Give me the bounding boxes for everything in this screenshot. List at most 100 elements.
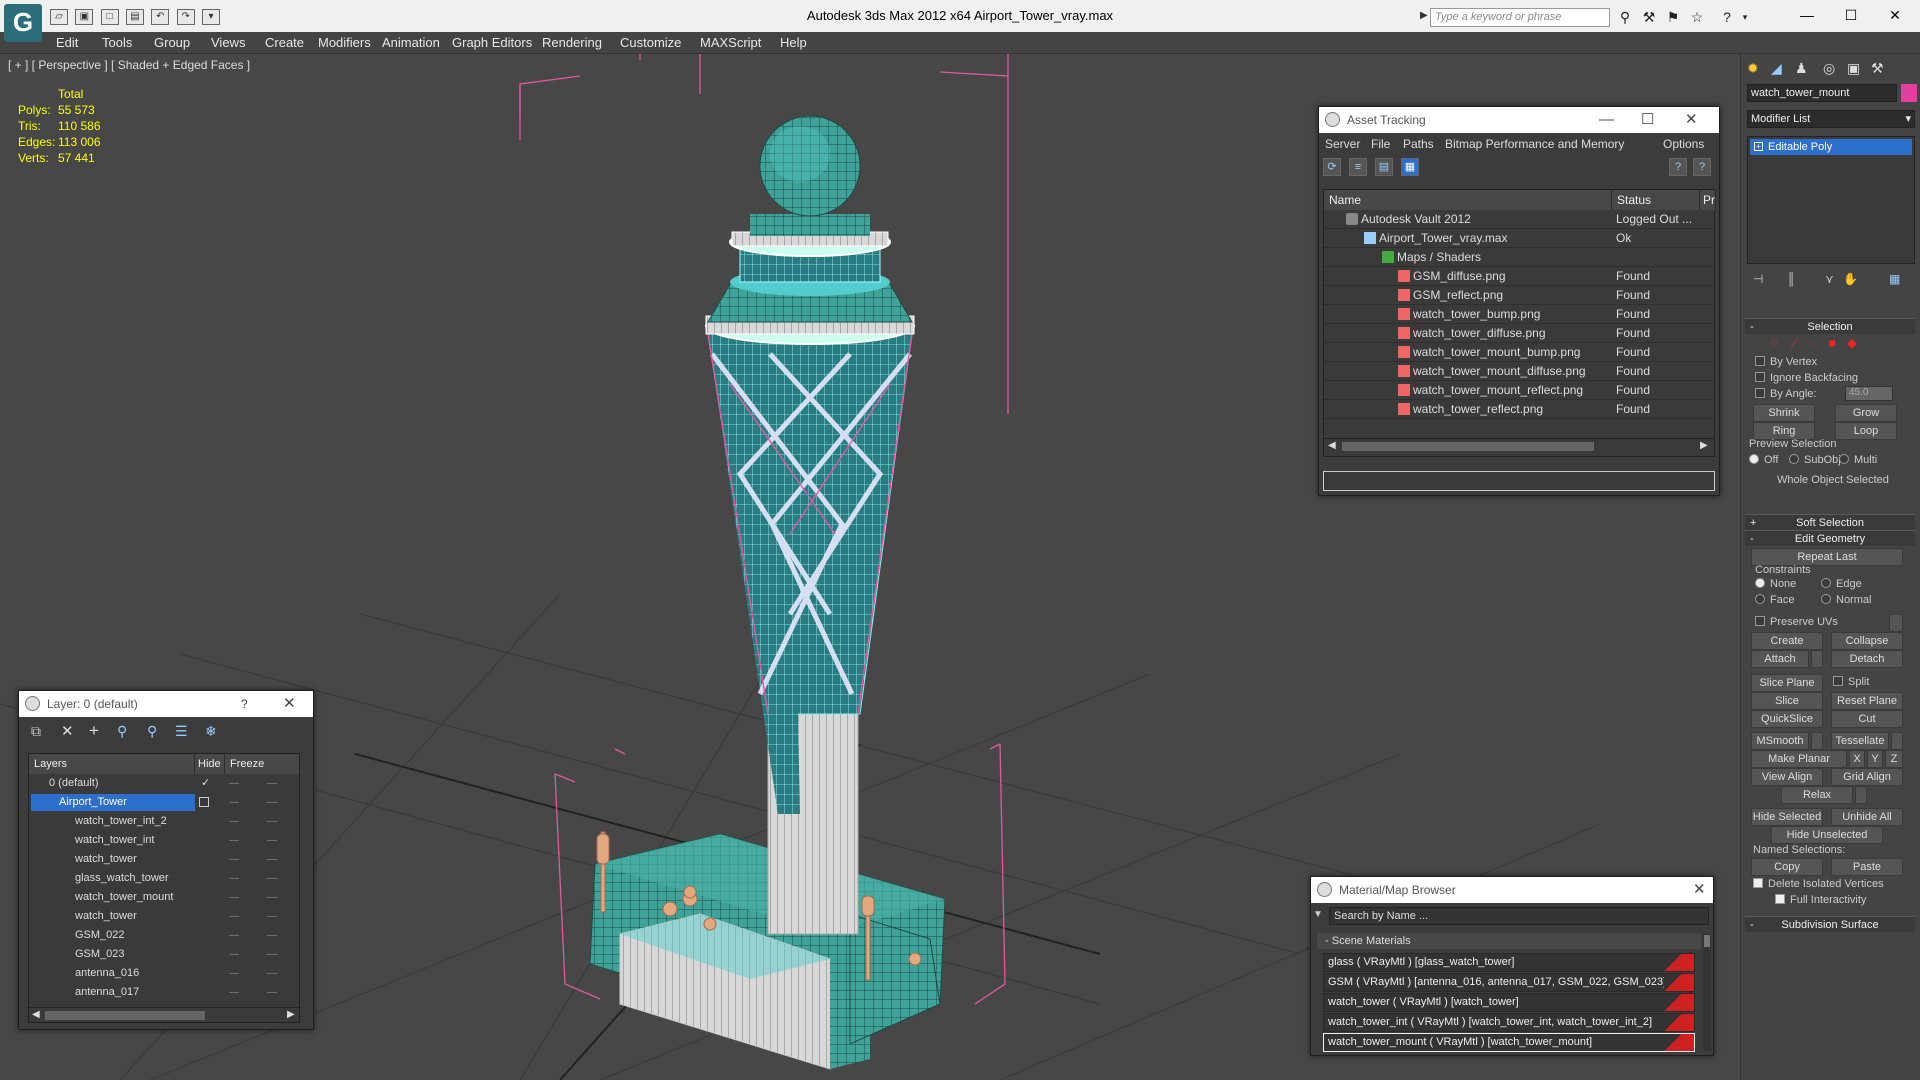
- angle-spinner[interactable]: 45.0: [1845, 386, 1893, 401]
- scroll-right-icon[interactable]: ▶: [1700, 440, 1708, 451]
- hide-toggle[interactable]: —: [229, 888, 239, 907]
- reset-plane-button[interactable]: Reset Plane: [1831, 692, 1903, 710]
- border-level-icon[interactable]: ◌: [1810, 336, 1817, 350]
- column-pr[interactable]: Pr: [1700, 190, 1716, 210]
- asset-tracking-titlebar[interactable]: Asset Tracking — ☐ ✕: [1319, 107, 1719, 133]
- object-name-field[interactable]: watch_tower_mount: [1747, 84, 1897, 102]
- relax-button[interactable]: Relax: [1781, 786, 1853, 804]
- table-view-icon[interactable]: ▤: [1375, 158, 1393, 176]
- ignore-backfacing-checkbox[interactable]: Ignore Backfacing: [1755, 372, 1858, 384]
- configure-sets-icon[interactable]: ▦: [1889, 272, 1900, 286]
- layer-row[interactable]: GSM_022 — —: [29, 926, 299, 945]
- freeze-toggle[interactable]: —: [267, 774, 277, 793]
- relax-settings-button[interactable]: [1855, 786, 1867, 804]
- copy-button[interactable]: Copy: [1751, 858, 1823, 876]
- material-browser-titlebar[interactable]: Material/Map Browser ✕: [1311, 877, 1713, 903]
- msmooth-settings-button[interactable]: [1811, 732, 1823, 750]
- modify-tab-icon[interactable]: ◢: [1771, 60, 1782, 77]
- search-input[interactable]: Type a keyword or phrase: [1430, 8, 1610, 27]
- menu-tools[interactable]: Tools: [102, 35, 132, 50]
- hide-unselected-button[interactable]: Hide Unselected: [1771, 826, 1883, 844]
- slice-button[interactable]: Slice: [1751, 692, 1823, 710]
- object-color-swatch[interactable]: [1901, 84, 1917, 102]
- favorites-star-icon[interactable]: ☆: [1688, 9, 1706, 25]
- hide-toggle[interactable]: —: [229, 907, 239, 926]
- asset-row[interactable]: watch_tower_mount_bump.png Found: [1324, 343, 1714, 362]
- freeze-toggle[interactable]: —: [267, 793, 277, 812]
- close-icon[interactable]: ✕: [1685, 107, 1698, 133]
- hide-toggle[interactable]: —: [229, 774, 239, 793]
- minimize-icon[interactable]: —: [1784, 0, 1830, 30]
- menu-rendering[interactable]: Rendering: [542, 35, 602, 50]
- edge-level-icon[interactable]: ⟋: [1790, 336, 1798, 350]
- maximize-icon[interactable]: ☐: [1828, 0, 1874, 30]
- scroll-thumb[interactable]: [45, 1011, 205, 1020]
- freeze-toggle[interactable]: —: [267, 907, 277, 926]
- material-item[interactable]: watch_tower ( VRayMtl ) [watch_tower]: [1323, 993, 1695, 1012]
- add-selection-icon[interactable]: [199, 797, 209, 807]
- by-angle-checkbox[interactable]: By Angle:: [1755, 388, 1816, 400]
- detach-button[interactable]: Detach: [1831, 650, 1903, 668]
- material-item-selected[interactable]: watch_tower_mount ( VRayMtl ) [watch_tow…: [1323, 1033, 1695, 1052]
- collapse-icon[interactable]: -: [1325, 935, 1332, 947]
- menu-customize[interactable]: Customize: [620, 35, 681, 50]
- asset-row[interactable]: Airport_Tower_vray.max Ok: [1324, 229, 1714, 248]
- binoculars-icon[interactable]: ⚲: [1616, 9, 1634, 25]
- layer-row[interactable]: watch_tower_int_2 — —: [29, 812, 299, 831]
- hide-toggle[interactable]: —: [229, 945, 239, 964]
- layer-row[interactable]: watch_tower — —: [29, 907, 299, 926]
- asset-row[interactable]: Maps / Shaders: [1324, 248, 1714, 267]
- by-vertex-checkbox[interactable]: By Vertex: [1755, 356, 1817, 368]
- material-item[interactable]: glass ( VRayMtl ) [glass_watch_tower]: [1323, 953, 1695, 972]
- constraint-face-radio[interactable]: Face: [1755, 594, 1794, 606]
- slice-plane-button[interactable]: Slice Plane: [1751, 674, 1823, 692]
- freeze-toggle[interactable]: —: [267, 869, 277, 888]
- menu-modifiers[interactable]: Modifiers: [318, 35, 371, 50]
- hierarchy-tab-icon[interactable]: ♟: [1795, 60, 1808, 77]
- motion-tab-icon[interactable]: ◎: [1823, 60, 1835, 77]
- hide-toggle[interactable]: —: [229, 926, 239, 945]
- make-unique-icon[interactable]: ⋎: [1825, 272, 1834, 286]
- scroll-left-icon[interactable]: ◀: [32, 1009, 40, 1020]
- asset-path-field[interactable]: [1323, 471, 1715, 491]
- grid-view-icon[interactable]: ▦: [1401, 158, 1419, 176]
- element-level-icon[interactable]: ◆: [1847, 336, 1856, 350]
- asset-horizontal-scrollbar[interactable]: ◀ ▶: [1324, 438, 1714, 454]
- preserve-uvs-checkbox[interactable]: Preserve UVs: [1755, 616, 1838, 628]
- hide-toggle[interactable]: —: [229, 812, 239, 831]
- asset-menu-options[interactable]: Options: [1663, 137, 1704, 151]
- vertex-level-icon[interactable]: ⁘: [1769, 336, 1779, 350]
- scroll-thumb[interactable]: [1704, 935, 1710, 947]
- preview-subobj-radio[interactable]: SubObj: [1789, 454, 1841, 466]
- help-dropdown-icon[interactable]: ▾: [1736, 9, 1754, 25]
- subdivision-surface-rollout-header[interactable]: - Subdivision Surface: [1745, 916, 1915, 932]
- menu-create[interactable]: Create: [265, 35, 304, 50]
- scroll-thumb[interactable]: [1342, 442, 1594, 451]
- view-align-button[interactable]: View Align: [1751, 768, 1823, 786]
- pin-stack-icon[interactable]: ⊣: [1753, 272, 1763, 286]
- remove-modifier-icon[interactable]: ✋: [1843, 272, 1858, 286]
- maximize-icon[interactable]: ☐: [1641, 107, 1654, 133]
- make-planar-button[interactable]: Make Planar: [1751, 750, 1847, 768]
- delete-isolated-checkbox[interactable]: Delete Isolated Vertices: [1753, 878, 1884, 890]
- minimize-icon[interactable]: —: [1599, 107, 1614, 133]
- layer-horizontal-scrollbar[interactable]: ◀ ▶: [28, 1007, 300, 1023]
- freeze-toggle[interactable]: —: [267, 831, 277, 850]
- subscription-icon[interactable]: ⚒: [1640, 9, 1658, 25]
- menu-animation[interactable]: Animation: [382, 35, 440, 50]
- display-tab-icon[interactable]: ▣: [1847, 60, 1860, 77]
- layer-row-selected[interactable]: Airport_Tower — —: [29, 793, 299, 812]
- planar-x-button[interactable]: X: [1849, 750, 1865, 768]
- select-objects-icon[interactable]: ⚲: [117, 723, 127, 740]
- edit-geometry-rollout-header[interactable]: - Edit Geometry: [1745, 530, 1915, 546]
- preview-multi-radio[interactable]: Multi: [1839, 454, 1877, 466]
- polygon-level-icon[interactable]: ■: [1829, 336, 1836, 350]
- asset-menu-paths[interactable]: Paths: [1403, 137, 1434, 151]
- asset-row[interactable]: watch_tower_mount_diffuse.png Found: [1324, 362, 1714, 381]
- menu-views[interactable]: Views: [211, 35, 245, 50]
- layer-row[interactable]: watch_tower_int — —: [29, 831, 299, 850]
- selection-rollout-header[interactable]: - Selection: [1745, 318, 1915, 334]
- menu-group[interactable]: Group: [154, 35, 190, 50]
- planar-z-button[interactable]: Z: [1885, 750, 1903, 768]
- layer-row[interactable]: antenna_016 — —: [29, 964, 299, 983]
